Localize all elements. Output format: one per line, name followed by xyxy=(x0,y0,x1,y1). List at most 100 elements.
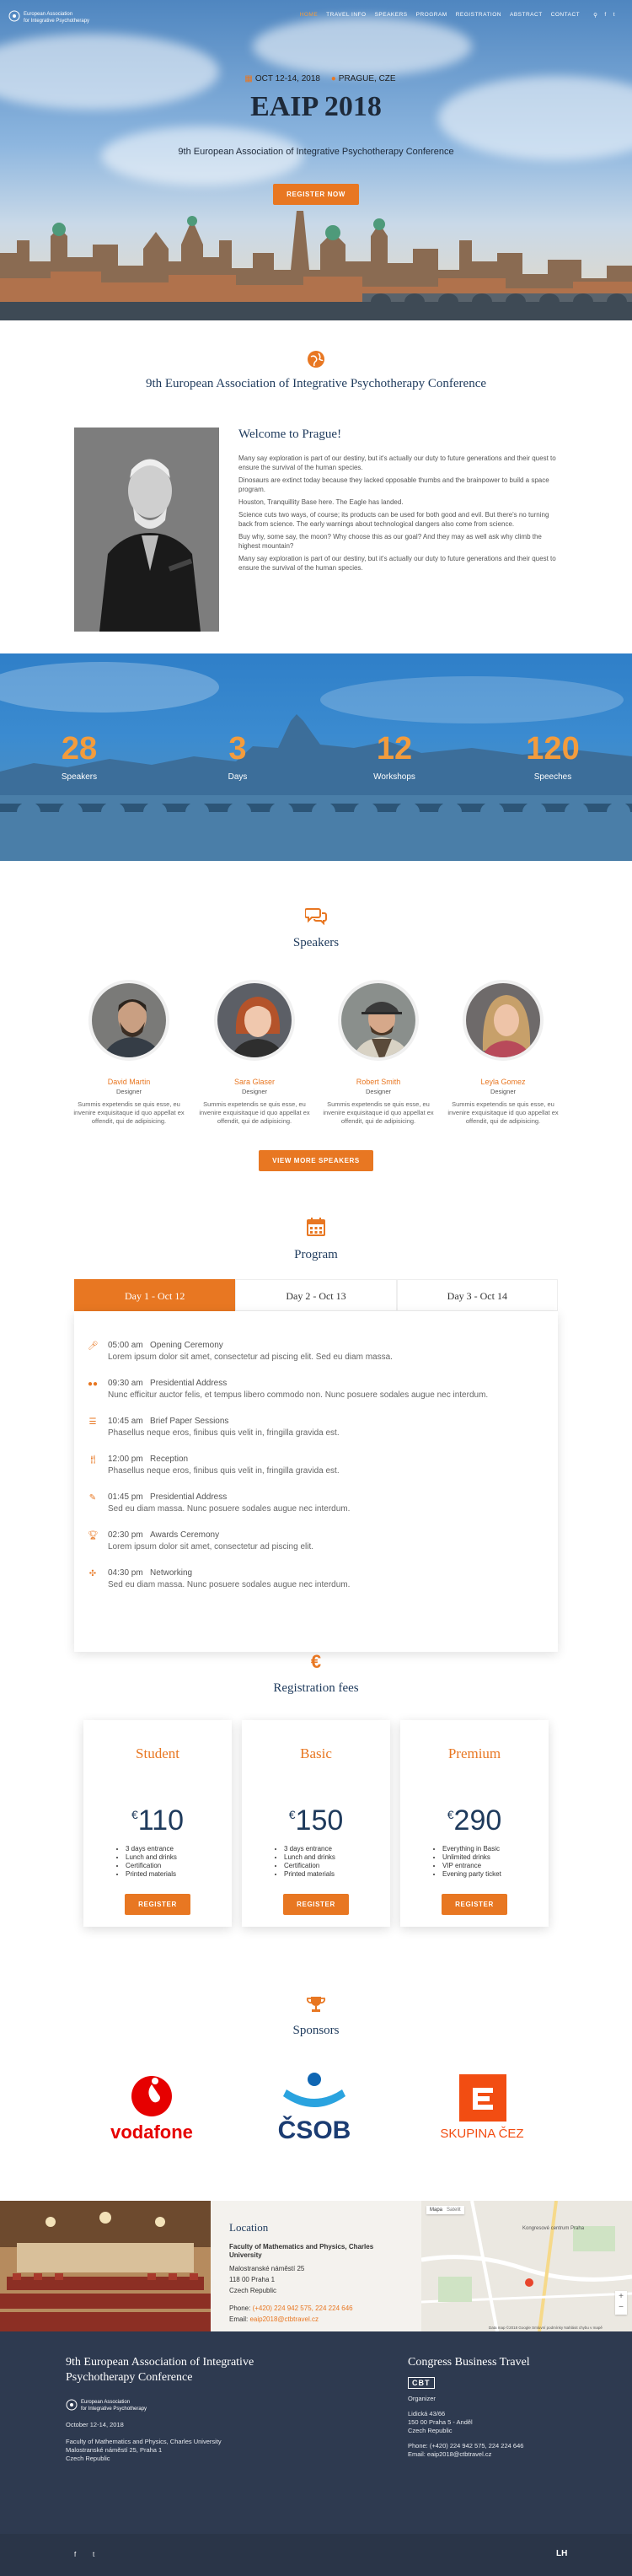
speaker-card[interactable]: Robert Smith Designer Summis expetendis … xyxy=(319,980,437,1126)
speaker-name: Sara Glaser xyxy=(233,1078,276,1086)
schedule-time: 04:30 pm xyxy=(108,1568,143,1578)
schedule-title: Presidential Address xyxy=(150,1379,228,1388)
map-place-label: Kongresové centrum Praha xyxy=(522,2226,585,2231)
footer-title: 9th European Association of Integrative … xyxy=(66,2356,254,2384)
top-navbar: European Association for Integrative Psy… xyxy=(0,0,632,32)
nav-program[interactable]: PROGRAM xyxy=(416,12,447,19)
plan-currency: € xyxy=(447,1808,454,1821)
tab-day-1[interactable]: Day 1 - Oct 12 xyxy=(74,1279,236,1311)
plan-feature: Evening party ticket xyxy=(442,1870,501,1879)
chat-bubbles-icon xyxy=(0,906,632,929)
site-footer: 9th European Association of Integrative … xyxy=(0,2331,632,2576)
phone-label: Phone: xyxy=(229,2304,251,2312)
avatar xyxy=(338,980,419,1061)
footer-badge: LH xyxy=(556,2549,568,2558)
plan-name: Student xyxy=(136,1745,179,1761)
sponsor-csob[interactable]: ČSOB xyxy=(268,2071,361,2147)
email-link[interactable]: eaip2018@ctbtravel.cz xyxy=(249,2315,319,2323)
nav-speakers[interactable]: SPEAKERS xyxy=(375,12,408,19)
schedule-description: Sed eu diam massa. Nunc posuere sodales … xyxy=(108,1504,351,1514)
hero-section: European Association for Integrative Psy… xyxy=(0,0,632,320)
sponsor-vodafone-name: vodafone xyxy=(110,2122,193,2143)
stat-number: 3 xyxy=(228,731,247,766)
speaker-card[interactable]: Leyla Gomez Designer Summis expetendis s… xyxy=(444,980,562,1126)
speaker-name: Leyla Gomez xyxy=(480,1078,526,1086)
welcome-paragraph: Dinosaurs are extinct today because they… xyxy=(238,476,549,493)
register-button[interactable]: REGISTER xyxy=(442,1894,507,1915)
schedule-title: Opening Ceremony xyxy=(150,1341,223,1350)
trophy-icon xyxy=(0,1995,632,2018)
microphone-icon: 🎤︎ xyxy=(88,1342,99,1351)
sponsors-heading: Sponsors xyxy=(292,2024,340,2037)
schedule-description: Phasellus neque eros, finibus quis velit… xyxy=(108,1466,340,1476)
twitter-icon[interactable]: t xyxy=(613,12,615,19)
welcome-paragraph: Many say exploration is part of our dest… xyxy=(238,555,556,572)
organizer-email[interactable]: Email: eaip2018@ctbtravel.cz xyxy=(408,2450,593,2459)
organizer-address-line: Czech Republic xyxy=(408,2427,453,2434)
speaker-description: Summis expetendis se quis esse, eu inven… xyxy=(323,1100,434,1125)
plan-currency: € xyxy=(131,1808,138,1821)
phone-link[interactable]: (+420) 224 942 575, 224 224 646 xyxy=(253,2304,353,2312)
organizer-logo: CBT xyxy=(408,2377,435,2389)
tab-day-2[interactable]: Day 2 - Oct 13 xyxy=(235,1279,397,1311)
schedule-title: Awards Ceremony xyxy=(150,1530,220,1540)
sponsor-cez[interactable]: SKUPINA ČEZ xyxy=(427,2071,537,2147)
map-zoom-controls[interactable]: + − xyxy=(615,2291,627,2315)
nav-travel-info[interactable]: TRAVEL INFO xyxy=(326,12,366,19)
speaker-role: Designer xyxy=(241,1088,267,1095)
plan-features: 3 days entrance Lunch and drinks Certifi… xyxy=(126,1845,177,1879)
location-map[interactable]: Mapa Satelit Kongresové centrum Praha Da… xyxy=(421,2201,632,2331)
speaker-card[interactable]: David Martin Designer Summis expetendis … xyxy=(70,980,188,1126)
organizer-address-line: Lidická 43/66 xyxy=(408,2410,446,2417)
stat-label: Speakers xyxy=(61,772,98,782)
plan-feature: 3 days entrance xyxy=(284,1845,335,1853)
map-tab-satellite[interactable]: Satelit xyxy=(447,2208,461,2213)
tab-day-3[interactable]: Day 3 - Oct 14 xyxy=(396,1279,558,1311)
nav-registration[interactable]: REGISTRATION xyxy=(456,12,501,19)
schedule-description: Lorem ipsum dolor sit amet, consectetur … xyxy=(108,1542,313,1552)
map-pin-icon: ● xyxy=(330,74,336,83)
map-tab-map[interactable]: Mapa xyxy=(430,2208,442,2213)
cutlery-icon: 🍴︎ xyxy=(88,1455,99,1465)
nav-home[interactable]: HOME xyxy=(300,12,319,19)
sponsor-cez-name: SKUPINA ČEZ xyxy=(440,2127,524,2141)
map-footer: Data map ©2018 Google Smluvní podmínky N… xyxy=(489,2326,603,2330)
schedule-title: Brief Paper Sessions xyxy=(150,1417,229,1426)
address-line: Malostranské náměstí 25 xyxy=(229,2265,305,2272)
schedule-description: Sed eu diam massa. Nunc posuere sodales … xyxy=(108,1580,351,1589)
nav-abstract[interactable]: ABSTRACT xyxy=(510,12,543,19)
logo-line-1: European Association xyxy=(24,12,73,17)
plan-price: 290 xyxy=(453,1804,502,1837)
stat-number: 120 xyxy=(526,731,580,766)
footer-bottom-bar: f t LH xyxy=(0,2534,632,2576)
nav-contact[interactable]: CONTACT xyxy=(551,12,580,19)
register-button[interactable]: REGISTER xyxy=(125,1894,190,1915)
plan-currency: € xyxy=(288,1808,296,1821)
sponsor-vodafone[interactable]: vodafone xyxy=(99,2071,204,2147)
speaker-description: Summis expetendis se quis esse, eu inven… xyxy=(199,1100,310,1125)
price-card-basic: Basic €150 3 days entrance Lunch and dri… xyxy=(242,1720,390,1927)
schedule-time: 01:45 pm xyxy=(108,1492,143,1502)
site-logo[interactable]: European Association for Integrative Psy… xyxy=(8,6,101,28)
plan-features: 3 days entrance Lunch and drinks Certifi… xyxy=(284,1845,335,1879)
program-day-tabs: Day 1 - Oct 12 Day 2 - Oct 13 Day 3 - Oc… xyxy=(74,1279,558,1311)
calendar-icon: ▦ xyxy=(244,74,253,83)
plan-feature: 3 days entrance xyxy=(126,1845,177,1853)
welcome-paragraph: Buy why, some say, the moon? Why choose … xyxy=(238,533,542,550)
view-more-speakers-button[interactable]: VIEW MORE SPEAKERS xyxy=(259,1150,373,1171)
register-button[interactable]: REGISTER xyxy=(283,1894,349,1915)
plan-feature: Lunch and drinks xyxy=(126,1853,177,1862)
euro-icon: € xyxy=(310,1651,322,1672)
facebook-icon[interactable]: f xyxy=(604,12,606,19)
pricing-heading: Registration fees xyxy=(273,1681,359,1695)
twitter-icon[interactable]: t xyxy=(93,2551,94,2558)
organizer-address-line: 150 00 Praha 5 - Anděl xyxy=(408,2418,473,2426)
speaker-card[interactable]: Sara Glaser Designer Summis expetendis s… xyxy=(195,980,313,1126)
search-icon[interactable]: ⚲ xyxy=(593,12,597,19)
price-card-premium: Premium €290 Everything in Basic Unlimit… xyxy=(400,1720,549,1927)
facebook-icon[interactable]: f xyxy=(74,2551,76,2558)
speaker-description: Summis expetendis se quis esse, eu inven… xyxy=(73,1100,185,1125)
plan-name: Premium xyxy=(447,1745,501,1761)
price-card-student: Student €110 3 days entrance Lunch and d… xyxy=(83,1720,232,1927)
stat-days: 3 Days xyxy=(187,731,288,782)
